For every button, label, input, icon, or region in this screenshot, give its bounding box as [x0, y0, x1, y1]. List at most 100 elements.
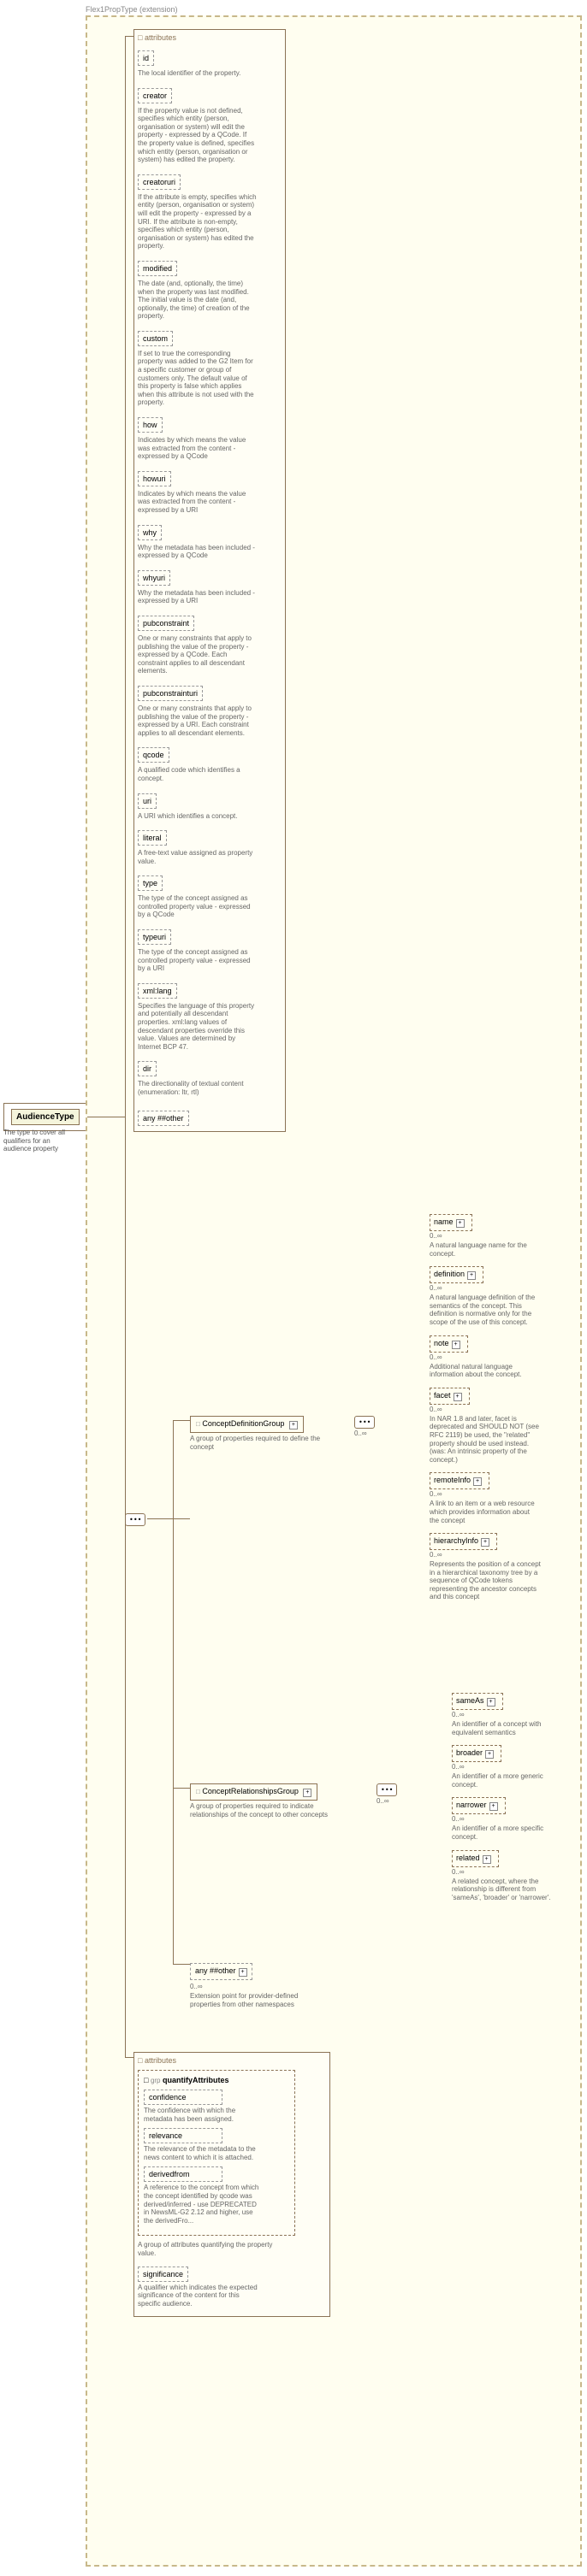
any-other-element: any ##other+ — [190, 1963, 252, 1980]
crg-sequence: ••• 0..∞ — [377, 1783, 397, 1805]
attr-creatoruri: creatoruri — [138, 174, 181, 190]
element-desc: A natural language definition of the sem… — [430, 1294, 541, 1326]
connector — [173, 1964, 190, 1965]
element-desc: Additional natural language information … — [430, 1363, 541, 1379]
quantify-group: □ grp quantifyAttributes confidence The c… — [138, 2070, 295, 2236]
element-facet: facet+ — [430, 1388, 470, 1405]
quantify-group-title: □ grp quantifyAttributes — [144, 2076, 289, 2084]
connector — [173, 1420, 174, 1964]
element-desc: In NAR 1.8 and later, facet is deprecate… — [430, 1415, 541, 1465]
attr-literal: literal — [138, 830, 167, 846]
attr-desc: One or many constraints that apply to pu… — [138, 634, 258, 675]
element-note: note+ — [430, 1335, 468, 1353]
attr-desc: The directionality of textual content (e… — [138, 1080, 258, 1096]
attr-custom: custom — [138, 331, 173, 346]
connector — [173, 1420, 190, 1421]
attr-desc: If set to true the corresponding propert… — [138, 350, 258, 407]
cardinality: 0..∞ — [430, 1232, 571, 1240]
attr-pubconstrainturi: pubconstrainturi — [138, 686, 203, 701]
cdg-card: 0..∞ — [354, 1429, 375, 1437]
attr-how: how — [138, 417, 163, 433]
crg-name: ConceptRelationshipsGroup — [202, 1787, 299, 1795]
attr-creator: creator — [138, 88, 172, 103]
attr-desc: Why the metadata has been included - exp… — [138, 544, 258, 560]
expand-icon[interactable]: + — [485, 1750, 494, 1759]
attr-xml-lang: xml:lang — [138, 983, 177, 999]
cdg-group: □ ConceptDefinitionGroup + A group of pr… — [190, 1416, 327, 1451]
expand-icon[interactable]: + — [467, 1271, 476, 1280]
element-definition: definition+ — [430, 1266, 483, 1283]
crg-desc: A group of properties required to indica… — [190, 1802, 335, 1819]
attr-desc: The relevance of the metadata to the new… — [144, 2145, 264, 2161]
expand-icon[interactable]: + — [452, 1341, 460, 1349]
cdg-box: □ ConceptDefinitionGroup + — [190, 1416, 304, 1433]
attr-desc: The confidence with which the metadata h… — [144, 2107, 264, 2123]
expand-icon[interactable]: + — [303, 1789, 311, 1797]
element-desc: A link to an item or a web resource whic… — [430, 1500, 541, 1524]
quantify-group-desc: A group of attributes quantifying the pr… — [138, 2241, 283, 2257]
attr-qcode: qcode — [138, 747, 169, 763]
significance-desc: A qualifier which indicates the expected… — [138, 2284, 258, 2308]
attr-desc: Specifies the language of this property … — [138, 1002, 258, 1052]
element-desc: An identifier of a more generic concept. — [452, 1772, 563, 1789]
attr-pubconstraint: pubconstraint — [138, 616, 194, 631]
expand-icon[interactable]: + — [454, 1393, 462, 1401]
attr-desc: Why the metadata has been included - exp… — [138, 589, 258, 605]
bottom-attributes-panel: □ attributes □ grp quantifyAttributes co… — [133, 2052, 330, 2317]
crg-seq-icon: ••• — [377, 1783, 397, 1796]
expand-icon[interactable]: + — [481, 1538, 489, 1547]
expand-icon[interactable]: + — [487, 1698, 495, 1707]
attr-dir: dir — [138, 1061, 157, 1076]
attr-confidence: confidence — [144, 2090, 222, 2105]
element-desc: An identifier of a concept with equivale… — [452, 1720, 563, 1736]
cardinality: 0..∞ — [452, 1868, 576, 1876]
expand-icon[interactable]: + — [289, 1421, 298, 1429]
connector — [147, 1518, 190, 1519]
attr-desc: If the attribute is empty, specifies whi… — [138, 193, 258, 251]
element-narrower: narrower+ — [452, 1797, 506, 1814]
expand-icon[interactable]: + — [483, 1855, 491, 1864]
attr-desc: The local identifier of the property. — [138, 69, 258, 78]
extension-any: any ##other+ 0..∞ Extension point for pr… — [190, 1958, 301, 2008]
root-desc: The type to cover all qualifiers for an … — [3, 1129, 76, 1153]
element-desc: A related concept, where the relationshi… — [452, 1877, 563, 1902]
connector — [125, 36, 126, 2057]
expand-icon[interactable]: + — [456, 1219, 465, 1228]
element-related: related+ — [452, 1850, 499, 1867]
ext-card: 0..∞ — [190, 1983, 301, 1990]
attr-whyuri: whyuri — [138, 570, 170, 586]
attr-desc: If the property value is not defined, sp… — [138, 107, 258, 164]
attr-relevance: relevance — [144, 2128, 222, 2143]
attr-desc: Indicates by which means the value was e… — [138, 490, 258, 515]
attr-desc: The type of the concept assigned as cont… — [138, 948, 258, 973]
attr-desc: A URI which identifies a concept. — [138, 812, 258, 821]
any-other-attr: any ##other — [138, 1111, 189, 1126]
crg-children-panel: sameAs+0..∞An identifier of a concept wi… — [452, 1693, 576, 1910]
element-desc: An identifier of a more specific concept… — [452, 1824, 563, 1841]
crg-group: □ ConceptRelationshipsGroup + A group of… — [190, 1783, 335, 1819]
attributes-title: □ attributes — [138, 33, 282, 42]
expand-icon[interactable]: + — [489, 1802, 498, 1811]
main-sequence: ••• — [125, 1513, 145, 1526]
cardinality: 0..∞ — [430, 1284, 571, 1292]
attr-desc: A free-text value assigned as property v… — [138, 849, 258, 865]
attr-desc: A reference to the concept from which th… — [144, 2184, 264, 2225]
expand-icon[interactable]: + — [473, 1477, 482, 1486]
element-name: name+ — [430, 1214, 472, 1231]
cdg-name: ConceptDefinitionGroup — [202, 1419, 284, 1428]
attr-desc: The date (and, optionally, the time) whe… — [138, 280, 258, 321]
attr-desc: A qualified code which identifies a conc… — [138, 766, 258, 782]
crg-box: □ ConceptRelationshipsGroup + — [190, 1783, 317, 1801]
cardinality: 0..∞ — [430, 1353, 571, 1361]
attributes-panel: □ attributes idThe local identifier of t… — [133, 29, 286, 1132]
extension-header: Flex1PropType (extension) — [86, 5, 178, 14]
cardinality: 0..∞ — [430, 1490, 571, 1498]
attr-uri: uri — [138, 793, 157, 809]
expand-icon[interactable]: + — [239, 1968, 247, 1977]
root-complextype: AudienceType — [11, 1109, 80, 1125]
cdg-seq-icon: ••• — [354, 1416, 375, 1429]
attr-howuri: howuri — [138, 471, 171, 486]
element-desc: A natural language name for the concept. — [430, 1241, 541, 1258]
sequence-icon: ••• — [125, 1513, 145, 1526]
attr-desc: One or many constraints that apply to pu… — [138, 704, 258, 737]
